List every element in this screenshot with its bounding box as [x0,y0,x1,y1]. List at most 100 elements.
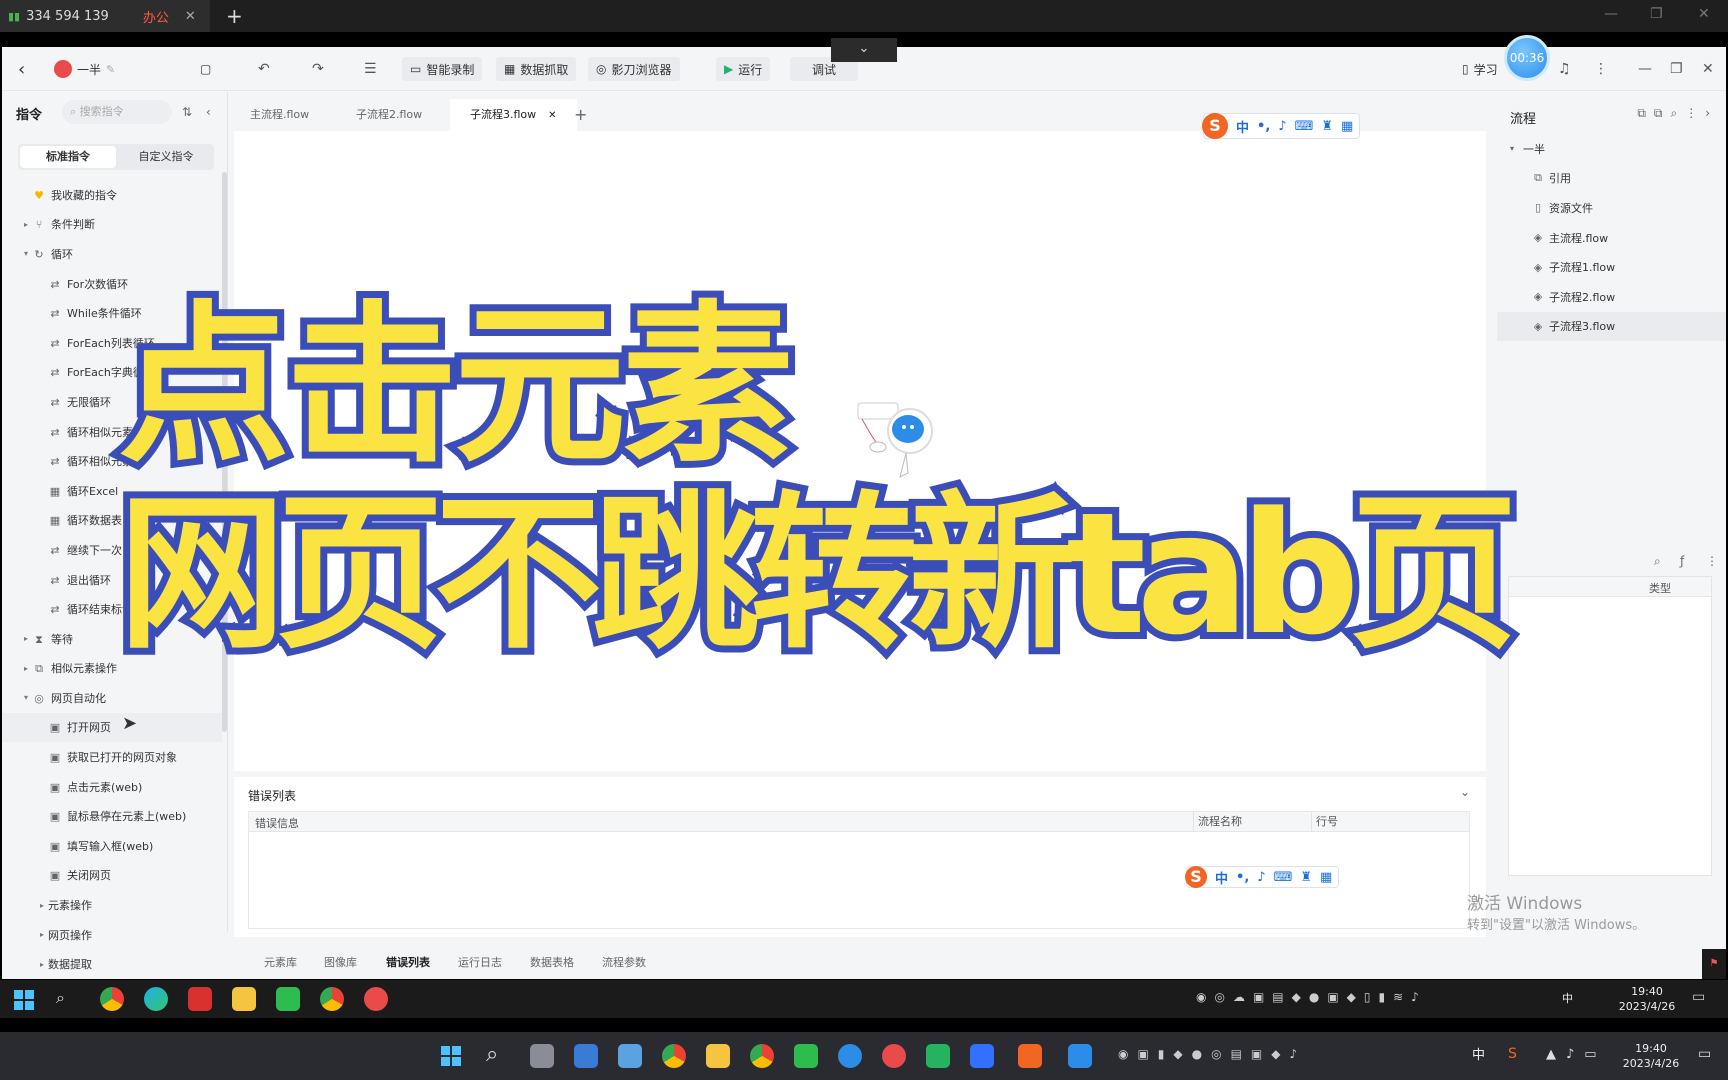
flow-item[interactable]: ◈ 子流程2.flow [1497,282,1726,312]
command-item[interactable]: ▣ 鼠标悬停在元素上(web) [2,801,222,831]
toolbox-icon[interactable]: ▦ [1341,119,1353,134]
function-icon[interactable]: ƒ [1680,554,1684,568]
wechat-icon[interactable] [276,987,300,1011]
mic-icon[interactable]: ♪ [1257,870,1265,885]
punctuation-icon[interactable]: •, [1236,870,1249,885]
col-line-number[interactable]: 行号 [1311,812,1338,832]
chevron-right-icon[interactable]: ▸ [20,664,32,673]
skin-icon[interactable]: ♜ [1300,870,1312,885]
sogou-tray-icon[interactable]: S [1508,1046,1517,1062]
run-button[interactable]: ▶ 运行 [716,57,771,81]
notification-icon[interactable]: ▭ [1692,989,1705,1005]
command-item[interactable]: ▣ 填写输入框(web) [2,831,222,861]
mic-icon[interactable]: ♪ [1278,119,1286,134]
flow-panel-tools[interactable]: ⧉⧉⌕⋮› [1637,106,1718,121]
smart-record-button[interactable]: ▭ 智能录制 [402,57,483,81]
ime-lang[interactable]: 中 [1236,117,1249,136]
file-tab[interactable]: 子流程2.flow [336,99,442,131]
chevron-right-icon[interactable]: ▸ [36,901,48,910]
chevron-right-icon[interactable]: ▸ [36,960,48,969]
tab-standard-commands[interactable]: 标准指令 [20,146,116,168]
task-view-icon[interactable] [530,1044,554,1068]
back-button[interactable]: ‹ [10,57,33,81]
green-app-icon[interactable] [926,1044,950,1068]
col-error-info[interactable]: 错误信息 [255,815,299,831]
feishu-icon[interactable] [970,1044,994,1068]
close-app-icon[interactable]: ✕ [1694,57,1722,81]
tray-lang[interactable]: 中 [1562,991,1573,1006]
chrome-icon-2[interactable] [750,1044,774,1068]
command-search-input[interactable]: ⌕ 搜索指令 [62,100,172,124]
wps-icon[interactable] [1018,1044,1042,1068]
remote-desktop-icon[interactable] [574,1044,598,1068]
command-item[interactable]: ▾ ↻ 循环 [2,239,222,269]
bottom-tab[interactable]: 运行日志 [458,954,502,970]
minimize-icon[interactable]: — [1604,6,1618,22]
system-tray-icons[interactable]: ▲♪▭ [1546,1047,1607,1062]
command-item[interactable]: ▣ 打开网页 [2,712,222,743]
collapse-chevron-icon[interactable]: ⌄ [1460,785,1470,799]
search-icon[interactable]: ⌕ [486,1042,498,1067]
bell-icon[interactable]: ♫ [1550,57,1579,81]
learn-button[interactable]: ▯ 学习 [1454,57,1506,81]
command-item[interactable]: ♥ 我收藏的指令 [2,180,222,210]
command-item[interactable]: ▸ 数据提取 [2,949,222,979]
shadow-browser-button[interactable]: ◎ 影刀浏览器 [588,57,680,81]
close-window-icon[interactable]: ✕ [1698,6,1710,22]
flow-item[interactable]: ◈ 主流程.flow [1497,223,1726,253]
ime-lang[interactable]: 中 [1215,868,1228,887]
chevron-right-icon[interactable]: ▸ [20,634,32,643]
chevron-down-icon[interactable]: ▾ [20,249,32,258]
collapse-panel-icon[interactable]: ‹ [206,105,211,119]
bottom-tab[interactable]: 元素库 [264,954,297,970]
save-icon[interactable]: ▢ [192,57,219,81]
chrome-icon-2[interactable] [320,987,344,1011]
flow-item[interactable]: ⧉ 引用 [1497,164,1726,194]
flow-root[interactable]: ▾ 一半 [1497,134,1726,164]
command-item[interactable]: ▾ ◎ 网页自动化 [2,683,222,713]
search-icon[interactable]: ⌕ [56,988,65,1008]
punctuation-icon[interactable]: •, [1257,119,1270,134]
maximize-icon[interactable]: ❐ [1650,6,1663,22]
add-tab-button[interactable]: + [226,4,243,28]
edit-icon[interactable]: ✎ [106,63,115,76]
command-item[interactable]: ▸ 网页操作 [2,920,222,950]
file-tab[interactable]: 主流程.flow [230,99,329,131]
tray-icons[interactable]: ◉▣▮◆●◎▤▣◆♪ [1118,1047,1306,1061]
command-item[interactable]: ▣ 点击元素(web) [2,772,222,802]
redo-icon[interactable]: ↷ [304,57,332,81]
remote-app-icon[interactable] [838,1044,862,1068]
data-scrape-button[interactable]: ▦ 数据抓取 [496,57,577,81]
command-item[interactable]: ▸ ⑂ 条件判断 [2,210,222,240]
wps-icon[interactable] [188,987,212,1011]
tray-clock[interactable]: 19:40 2023/4/26 [1612,984,1682,1014]
more-icon[interactable]: ⋮ [1586,57,1616,81]
bottom-tab[interactable]: 流程参数 [602,954,646,970]
windows-start-icon[interactable] [14,990,34,1010]
bottom-tab[interactable]: 图像库 [324,954,357,970]
collapse-remote-toolbar-button[interactable]: ⌄ [831,38,897,62]
chevron-right-icon[interactable]: ▸ [20,220,32,229]
tray-lang[interactable]: 中 [1472,1048,1485,1063]
notification-flag-icon[interactable]: ⚑ [1702,949,1726,979]
tray-clock[interactable]: 19:40 2023/4/26 [1616,1041,1686,1071]
toolbox-icon[interactable]: ▦ [1320,870,1332,885]
ime-toolbar-top[interactable]: S 中 •, ♪ ⌨ ♜ ▦ [1202,113,1361,139]
windows-start-icon[interactable] [441,1046,461,1066]
yingdao-icon[interactable] [882,1044,906,1068]
remote-tab[interactable]: ▮▮ 334 594 139 办公 ✕ [0,0,210,32]
edge-icon[interactable] [144,987,168,1011]
app-icon[interactable] [1068,1044,1092,1068]
add-file-tab-button[interactable]: + [554,99,607,131]
chevron-down-icon[interactable]: ▾ [20,693,32,702]
recording-timer[interactable]: 00:36 [1504,35,1550,81]
tab-custom-commands[interactable]: 自定义指令 [118,144,214,170]
flow-item[interactable]: ◈ 子流程1.flow [1497,252,1726,282]
keyboard-icon[interactable]: ⌨ [1274,870,1293,885]
keyboard-icon[interactable]: ⌨ [1295,119,1314,134]
variable-search-icon[interactable]: ⌕ [1654,554,1661,569]
maximize-app-icon[interactable]: ❐ [1662,57,1691,81]
sort-icon[interactable]: ⇅ [182,105,192,119]
command-item[interactable]: ▸ 元素操作 [2,890,222,920]
chevron-right-icon[interactable]: ▸ [36,930,48,939]
